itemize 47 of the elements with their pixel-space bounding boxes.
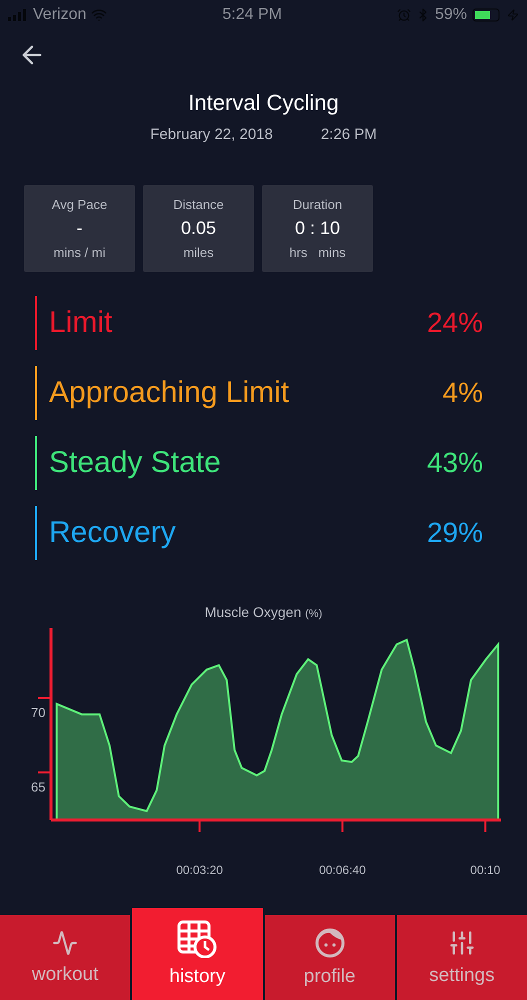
tick-mark [38,771,51,774]
tab-button[interactable]: profile [264,915,395,1000]
table-clock-icon [177,920,218,958]
zone-label: Recovery [49,516,177,550]
workout-time: 2:26 PM [320,126,377,143]
alarm-icon [396,8,411,22]
zone-percent: 24% [426,307,483,339]
stat-label: Duration [292,197,342,212]
zone-percent: 43% [426,447,483,479]
zone-label: Limit [49,306,114,340]
signal-icon [8,9,28,21]
stat-label: Avg Pace [52,197,108,212]
tick-label: 00:03:20 [176,863,223,877]
tick-label: 65 [31,779,46,794]
carrier-name: Verizon [33,6,86,24]
stat-unit: hrs mins [289,245,346,260]
wifi-icon [91,7,108,23]
tab-button[interactable]: workout [0,915,130,1000]
tab-button[interactable]: history [132,908,262,1000]
zone-label: Approaching Limit [49,376,290,410]
zone-percent: 4% [442,377,483,409]
tick-label: 70 [31,704,46,720]
battery-icon [472,8,502,22]
zone-percent: 29% [426,517,483,549]
charging-icon [507,9,519,21]
workout-title: Interval Cycling [187,90,340,116]
battery-percent: 59% [434,6,467,24]
sliders-icon [448,928,476,956]
clock-time: 5:24 PM [222,6,282,24]
zone-label: Steady State [49,446,222,480]
tick-mark [198,820,201,832]
stat-value: 0.05 [180,218,216,239]
tick-label: 00:06:40 [319,863,366,877]
stat-value: - [76,218,82,239]
chart-title: Muscle Oxygen (%) [204,604,324,620]
pulse-icon [52,930,78,956]
stat-unit: miles [183,245,214,260]
tab-button[interactable]: settings [396,915,527,1000]
tick-mark [341,820,344,832]
stat-value: 0 : 10 [294,218,340,239]
stat-label: Distance [173,197,224,212]
stat-unit: mins / mi [54,245,106,260]
tick-mark [38,696,51,699]
tick-label: 00:10 [470,863,500,877]
face-icon [314,928,345,958]
tick-mark [484,820,486,832]
workout-date: February 22, 2018 [150,126,273,143]
